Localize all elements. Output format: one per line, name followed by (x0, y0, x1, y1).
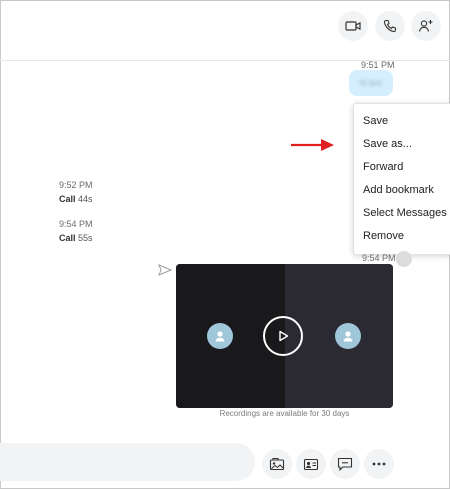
call-label: Call (59, 233, 76, 243)
menu-item-add-bookmark[interactable]: Add bookmark (363, 184, 434, 196)
call-record[interactable]: Call 44s (59, 194, 93, 204)
chat-bubble-icon (337, 457, 353, 471)
call-duration: 44s (78, 194, 93, 204)
add-person-icon (418, 20, 433, 32)
send-status-icon (158, 264, 172, 276)
menu-item-save[interactable]: Save (363, 115, 388, 127)
annotation-arrow-icon (291, 139, 334, 151)
call-duration: 55s (78, 233, 93, 243)
person-icon (343, 331, 353, 342)
sent-message-timestamp: 9:51 PM (361, 60, 395, 70)
menu-item-select-messages[interactable]: Select Messages (363, 207, 447, 219)
read-status-indicator (396, 251, 412, 267)
call-timestamp: 9:52 PM (59, 180, 93, 190)
more-options-icon (372, 462, 386, 466)
phone-icon (383, 19, 397, 33)
media-gallery-button[interactable] (262, 449, 292, 479)
video-call-button[interactable] (338, 11, 368, 41)
audio-call-button[interactable] (375, 11, 405, 41)
sent-message-bubble[interactable]: hi bro (349, 70, 393, 96)
sent-message-text: hi bro (359, 78, 383, 88)
avatar (335, 323, 361, 349)
person-icon (215, 331, 225, 342)
message-context-menu: Save Save as... Forward Add bookmark Sel… (353, 103, 450, 255)
add-people-button[interactable] (411, 11, 441, 41)
video-call-icon (345, 21, 361, 31)
media-gallery-icon (269, 457, 285, 471)
call-timestamp: 9:54 PM (59, 219, 93, 229)
call-label: Call (59, 194, 76, 204)
play-icon (279, 330, 289, 342)
menu-item-save-as[interactable]: Save as... (363, 138, 412, 150)
menu-item-forward[interactable]: Forward (363, 161, 403, 173)
more-options-button[interactable] (364, 449, 394, 479)
message-input[interactable] (0, 443, 255, 481)
contact-card-icon (303, 458, 319, 470)
call-recording-video[interactable] (176, 264, 393, 408)
recording-timestamp: 9:54 PM (362, 253, 396, 263)
call-record[interactable]: Call 55s (59, 233, 93, 243)
menu-item-remove[interactable]: Remove (363, 230, 404, 242)
chat-bubble-button[interactable] (330, 449, 360, 479)
play-button[interactable] (263, 316, 303, 356)
contact-card-button[interactable] (296, 449, 326, 479)
avatar (207, 323, 233, 349)
chat-header (0, 0, 450, 61)
recording-availability-note: Recordings are available for 30 days (219, 409, 350, 418)
